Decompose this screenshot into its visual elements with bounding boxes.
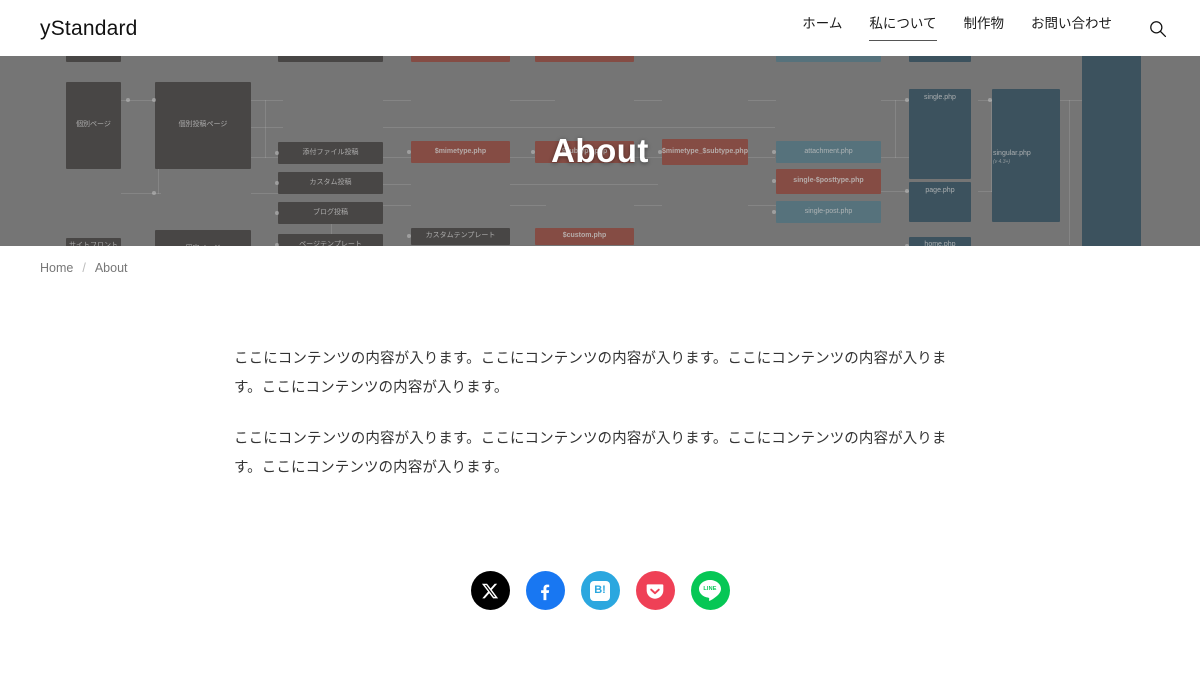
paragraph-2: ここにコンテンツの内容が入ります。ここにコンテンツの内容が入ります。ここにコンテ…	[234, 431, 947, 476]
share-button-pocket[interactable]	[635, 571, 675, 610]
x-twitter-icon	[481, 583, 499, 598]
hero-banner: 個別ページ サイトフロント 個別投稿ページ 固定ページ front-page.p…	[0, 56, 1200, 246]
breadcrumb-home[interactable]: Home	[40, 261, 73, 275]
line-icon: LINE	[699, 580, 721, 601]
nav-item-contact[interactable]: お問い合わせ	[1031, 13, 1112, 43]
line-label: LINE	[703, 586, 717, 592]
breadcrumb-current: About	[94, 261, 128, 275]
primary-navigation: ホーム 私について 制作物 お問い合わせ	[802, 13, 1170, 43]
nav-item-about[interactable]: 私について	[869, 13, 937, 43]
breadcrumb: Home / About	[0, 246, 1200, 290]
article-body: ここにコンテンツの内容が入ります。ここにコンテンツの内容が入ります。ここにコンテ…	[230, 345, 970, 483]
share-button-line[interactable]: LINE	[690, 571, 730, 610]
main-content: ここにコンテンツの内容が入ります。ここにコンテンツの内容が入ります。ここにコンテ…	[0, 290, 1200, 610]
social-share-bar: B! LINE	[0, 571, 1200, 610]
search-button[interactable]	[1144, 15, 1170, 41]
share-button-facebook[interactable]	[525, 571, 565, 610]
nav-item-home[interactable]: ホーム	[802, 13, 842, 43]
site-header: yStandard ホーム 私について 制作物 お問い合わせ	[0, 0, 1200, 56]
nav-item-works[interactable]: 制作物	[964, 13, 1005, 43]
breadcrumb-separator: /	[82, 261, 86, 275]
site-logo[interactable]: yStandard	[40, 18, 138, 39]
pocket-icon	[646, 583, 664, 599]
hatena-bookmark-icon: B!	[590, 580, 610, 601]
hatena-bookmark-label: B!	[594, 584, 606, 596]
search-icon	[1149, 20, 1166, 37]
facebook-icon	[541, 584, 550, 600]
page-title: About	[551, 132, 649, 169]
share-button-x-twitter[interactable]	[470, 571, 510, 610]
share-button-hatena-bookmark[interactable]: B!	[580, 571, 620, 610]
paragraph-1: ここにコンテンツの内容が入ります。ここにコンテンツの内容が入ります。ここにコンテ…	[234, 351, 947, 396]
